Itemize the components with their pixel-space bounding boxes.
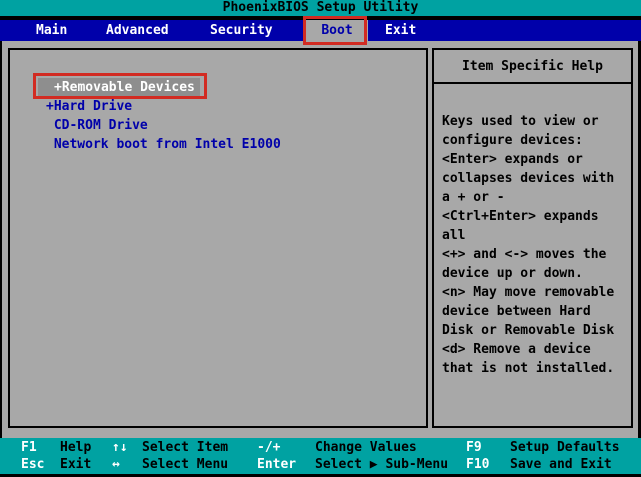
- boot-device-panel: +Removable Devices +Hard Drive CD-ROM Dr…: [8, 48, 428, 428]
- menu-tab-boot[interactable]: Boot: [306, 20, 368, 41]
- content-area: +Removable Devices +Hard Drive CD-ROM Dr…: [2, 41, 638, 438]
- footer-key-esc: Esc: [21, 457, 45, 472]
- menu-tab-exit[interactable]: Exit: [385, 20, 416, 41]
- help-line: Disk or Removable Disk: [442, 323, 615, 338]
- help-line: a + or -: [442, 190, 505, 205]
- help-line: <Ctrl+Enter> expands: [442, 209, 599, 224]
- help-line: <Enter> expands or: [442, 152, 583, 167]
- boot-item-network-boot[interactable]: Network boot from Intel E1000: [46, 135, 281, 154]
- footer-key-f10: F10: [466, 457, 490, 472]
- help-line: that is not installed.: [442, 361, 615, 376]
- footer-key-f1: F1: [21, 440, 37, 455]
- title-bar: PhoenixBIOS Setup Utility: [0, 0, 641, 16]
- help-line: <n> May move removable: [442, 285, 615, 300]
- footer-key-f9: F9: [466, 440, 482, 455]
- footer-desc-select-menu: Select Menu: [142, 457, 229, 472]
- footer-desc-select-item: Select Item: [142, 440, 229, 455]
- help-line: <d> Remove a device: [442, 342, 591, 357]
- footer-row-1: F1 Help ↑↓ Select Item -/+ Change Values…: [0, 439, 641, 457]
- footer-desc-save-and-exit: Save and Exit: [510, 457, 612, 472]
- help-line: collapses devices with: [442, 171, 615, 186]
- help-line: Keys used to view or: [442, 114, 599, 129]
- boot-item-cdrom-drive[interactable]: CD-ROM Drive: [46, 116, 281, 135]
- menu-tab-advanced[interactable]: Advanced: [106, 20, 169, 41]
- page-title: PhoenixBIOS Setup Utility: [222, 0, 419, 15]
- footer-key-minus-plus: -/+: [257, 440, 281, 455]
- boot-item-hard-drive[interactable]: +Hard Drive: [46, 97, 281, 116]
- help-panel-title: Item Specific Help: [434, 50, 631, 84]
- footer-desc-change-values: Change Values: [315, 440, 417, 455]
- help-line: configure devices:: [442, 133, 583, 148]
- help-panel-body: Keys used to view or configure devices: …: [434, 84, 631, 378]
- boot-order-list: +Removable Devices +Hard Drive CD-ROM Dr…: [38, 78, 281, 154]
- help-line: all: [442, 228, 466, 243]
- help-line: device up or down.: [442, 266, 583, 281]
- boot-item-removable-devices[interactable]: +Removable Devices: [38, 78, 281, 97]
- footer-row-2: Esc Exit ↔ Select Menu Enter Select ▶ Su…: [0, 456, 641, 474]
- menu-bar: Main Advanced Security Boot Exit: [0, 20, 641, 41]
- footer-desc-setup-defaults: Setup Defaults: [510, 440, 620, 455]
- help-line: device between Hard: [442, 304, 591, 319]
- footer-desc-exit: Exit: [60, 457, 92, 472]
- footer-key-enter: Enter: [257, 457, 297, 472]
- help-line: <+> and <-> moves the: [442, 247, 607, 262]
- footer-desc-select-submenu: Select ▶ Sub-Menu: [315, 457, 449, 472]
- footer-key-legend: F1 Help ↑↓ Select Item -/+ Change Values…: [0, 438, 641, 474]
- menu-tab-main[interactable]: Main: [36, 20, 67, 41]
- selected-item-highlight: +Removable Devices: [38, 78, 200, 97]
- footer-key-updown-arrows-icon: ↑↓: [112, 440, 128, 455]
- footer-desc-help: Help: [60, 440, 92, 455]
- menu-tab-security[interactable]: Security: [210, 20, 273, 41]
- footer-key-leftright-arrows-icon: ↔: [112, 457, 120, 472]
- help-panel: Item Specific Help Keys used to view or …: [432, 48, 633, 428]
